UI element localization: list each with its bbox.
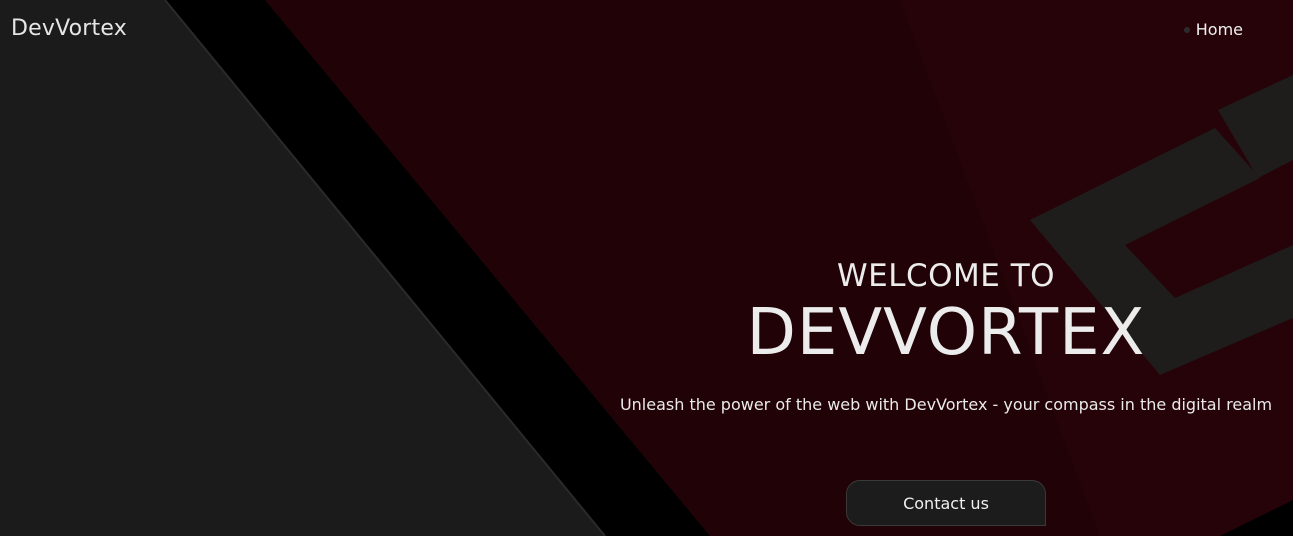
brand-logo-link[interactable]: DevVortex <box>11 16 127 41</box>
nav-item-home[interactable]: Home <box>1196 20 1243 39</box>
nav-menu: Home <box>1183 20 1243 39</box>
contact-us-button[interactable]: Contact us <box>846 480 1046 526</box>
hero-content: WELCOME TO DEVVORTEX Unleash the power o… <box>600 250 1292 414</box>
bullet-icon <box>1183 26 1190 33</box>
navbar: DevVortex Home <box>0 0 1293 62</box>
hero-tagline: Unleash the power of the web with DevVor… <box>619 395 1273 415</box>
page-title: DEVVORTEX <box>746 296 1146 370</box>
hero-section: DevVortex Home WELCOME TO DEVVORTEX Unle… <box>0 0 1293 536</box>
welcome-heading: WELCOME TO <box>836 258 1056 294</box>
